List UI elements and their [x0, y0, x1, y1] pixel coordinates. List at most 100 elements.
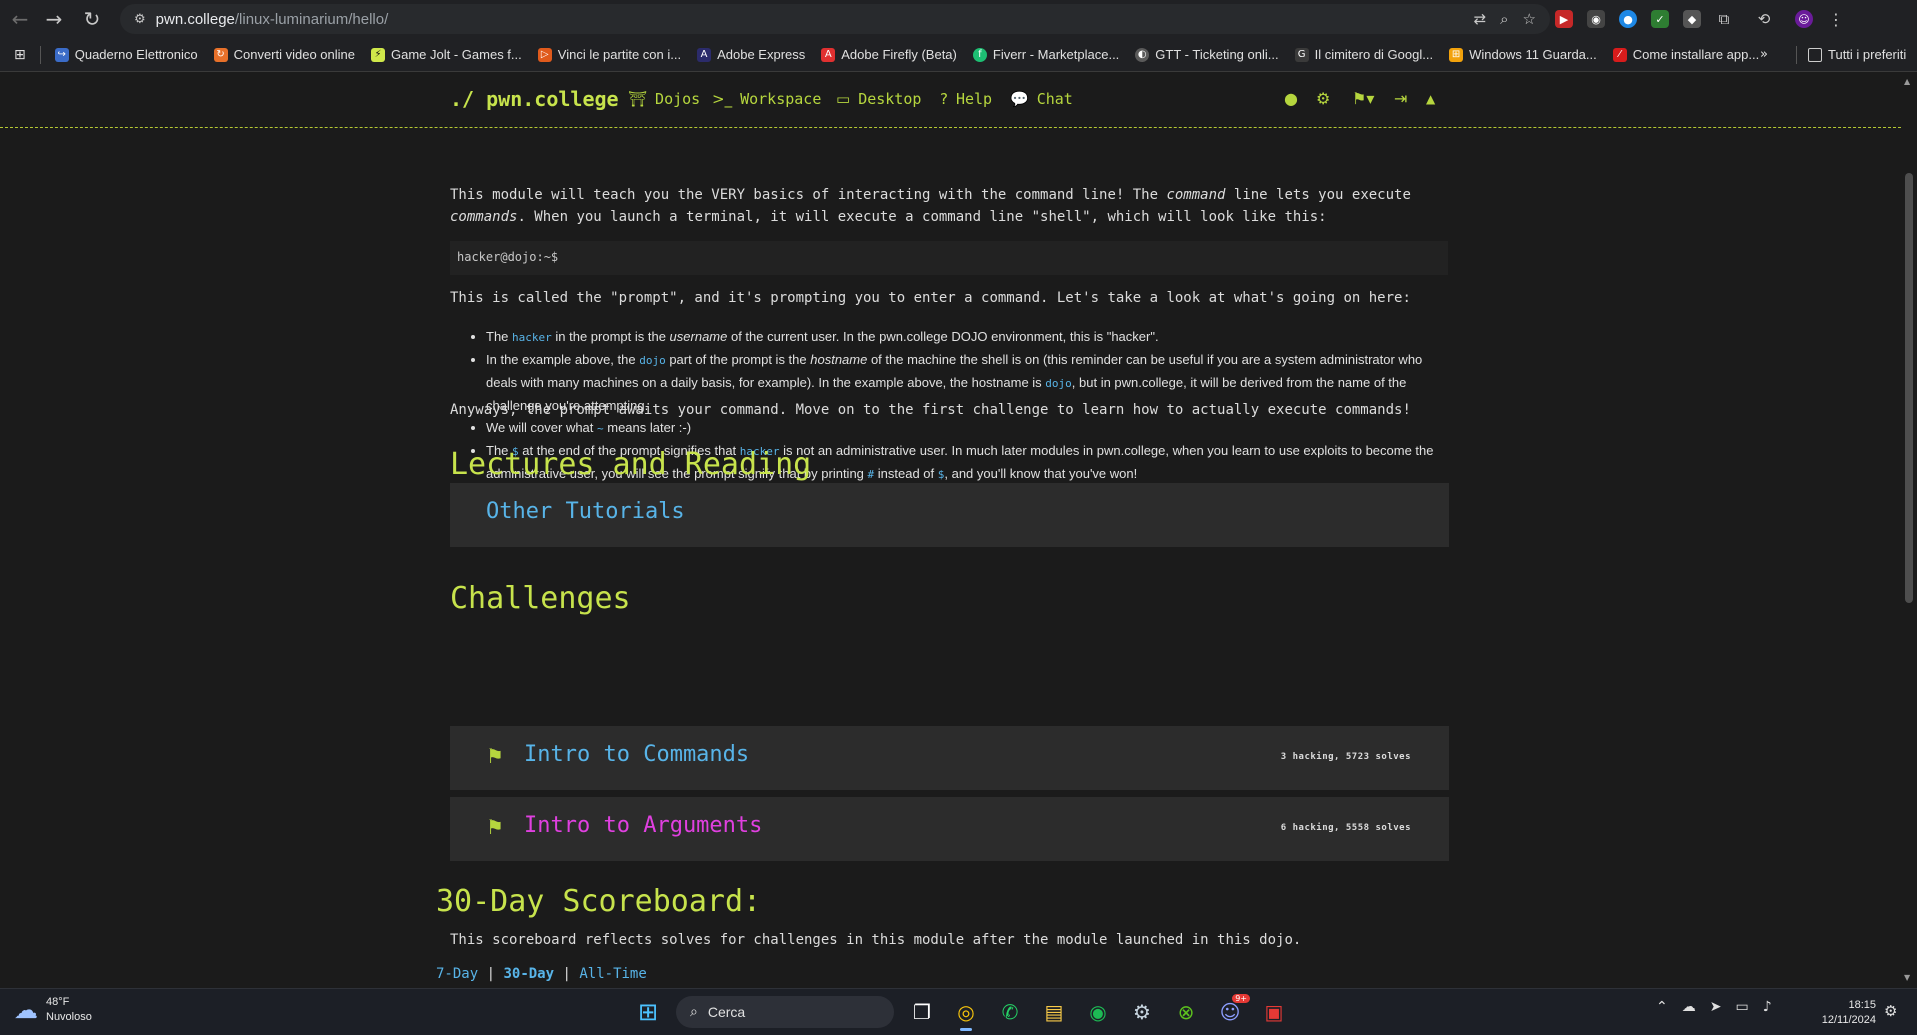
extension-edge-icon[interactable]: ●	[1619, 10, 1637, 28]
extensions-icon[interactable]: ⧉	[1715, 10, 1733, 28]
challenge-title[interactable]: Intro to Arguments	[524, 813, 762, 838]
windows-taskbar: ☁ 48°F Nuvoloso ⊞ ⌕ Cerca ❐ ◎ ✆ ▤ ◉ ⚙ ⊗ …	[0, 988, 1917, 1035]
site-settings-icon[interactable]: ⚙	[134, 12, 146, 27]
nav-chat[interactable]: 💬 Chat	[1010, 90, 1073, 108]
bookmark-favicon: ⁄	[1612, 47, 1627, 62]
bookmark-item[interactable]: A Adobe Express	[689, 47, 813, 62]
extension-glasses-icon[interactable]: ◉	[1587, 10, 1605, 28]
volume-icon[interactable]: ♪	[1763, 999, 1772, 1015]
apps-grid-icon[interactable]: ⊞	[0, 47, 34, 63]
forward-icon[interactable]: →	[38, 3, 70, 35]
zoom-icon[interactable]: ⌕	[1500, 10, 1508, 28]
xbox-icon[interactable]: ⊗	[1170, 996, 1202, 1028]
logout-icon[interactable]: ⇥	[1394, 89, 1407, 108]
chat-icon: 💬	[1010, 90, 1029, 108]
bookmark-item[interactable]: f Fiverr - Marketplace...	[965, 47, 1127, 62]
chevron-up-icon[interactable]: ⌃	[1656, 999, 1668, 1015]
scroll-down-icon[interactable]: ▼	[1904, 973, 1910, 982]
bookmark-star-icon[interactable]: ☆	[1523, 10, 1536, 28]
nav-dojos-label: Dojos	[655, 90, 701, 108]
bookmarks-divider	[1796, 45, 1797, 64]
challenge-stats: 3 hacking, 5723 solves	[1280, 752, 1411, 762]
weather-widget[interactable]: ☁ 48°F Nuvoloso	[14, 995, 92, 1025]
bookmark-label: Fiverr - Marketplace...	[992, 47, 1120, 62]
translate-icon[interactable]: ⇄	[1474, 10, 1487, 28]
flag-menu-icon[interactable]: ⚑▾	[1352, 89, 1374, 108]
bookmark-item[interactable]: A Adobe Firefly (Beta)	[813, 47, 965, 62]
nav-desktop[interactable]: ▭ Desktop	[836, 90, 921, 108]
spotify-icon[interactable]: ◉	[1082, 996, 1114, 1028]
menu-icon[interactable]: ⋮	[1827, 10, 1845, 29]
li-text: in the prompt is the	[551, 329, 670, 344]
clock-date: 12/11/2024	[1821, 1014, 1876, 1026]
location-icon[interactable]: ➤	[1710, 999, 1722, 1015]
onedrive-icon[interactable]: ☁	[1682, 999, 1696, 1015]
bookmark-item[interactable]: ↪ Quaderno Elettronico	[47, 47, 206, 62]
extension-video-icon[interactable]: ▶	[1555, 10, 1573, 28]
profile-icon[interactable]: ☺	[1795, 10, 1813, 28]
whatsapp-icon[interactable]: ✆	[994, 996, 1026, 1028]
bookmark-item[interactable]: ⚡ Game Jolt - Games f...	[363, 47, 530, 62]
address-bar[interactable]: ⚙ pwn.college/linux-luminarium/hello/ ⇄ …	[120, 4, 1550, 34]
bookmark-item[interactable]: ⁄ Come installare app...	[1605, 47, 1767, 62]
bookmark-item[interactable]: ↻ Converti video online	[206, 47, 363, 62]
notification-icon[interactable]: ⚙	[1884, 1002, 1897, 1020]
all-bookmarks-folder[interactable]: Tutti i preferiti	[1800, 47, 1914, 62]
scroll-up-icon[interactable]: ▲	[1904, 77, 1910, 86]
desktop-icon: ▭	[836, 90, 851, 108]
li-text: part of the prompt is the	[665, 352, 811, 367]
bookmark-label: Adobe Express	[717, 47, 806, 62]
clock[interactable]: 18:15 12/11/2024	[1810, 998, 1876, 1028]
tab-all-time[interactable]: All-Time	[579, 966, 646, 982]
bookmark-item[interactable]: G Il cimitero di Googl...	[1287, 47, 1442, 62]
challenge-title[interactable]: Intro to Commands	[524, 742, 749, 767]
extension-gray-icon[interactable]: ◆	[1683, 10, 1701, 28]
settings-icon[interactable]: ⚙	[1316, 89, 1330, 108]
sync-icon[interactable]: ⟲	[1755, 10, 1773, 28]
bookmark-label: Il cimitero di Googl...	[1314, 47, 1434, 62]
li-text: We will cover what	[486, 420, 598, 435]
network-icon[interactable]: ▭	[1735, 999, 1748, 1015]
nav-workspace[interactable]: >_ Workspace	[712, 90, 821, 108]
back-icon[interactable]: ←	[4, 3, 36, 35]
folder-icon	[1808, 47, 1822, 62]
tab-7-day[interactable]: 7-Day	[436, 966, 478, 982]
bookmark-favicon: G	[1294, 47, 1309, 62]
page-scrollbar[interactable]: ▲ ▼	[1901, 73, 1917, 987]
task-view-icon[interactable]: ❐	[906, 996, 938, 1028]
scoreboard-heading: 30-Day Scoreboard:	[436, 884, 762, 919]
windows-start-icon[interactable]: ⊞	[632, 996, 664, 1028]
bookmark-favicon: ⊞	[1449, 47, 1464, 62]
intro-em-commands: commands	[450, 209, 518, 225]
reload-icon[interactable]: ↻	[76, 3, 108, 35]
intro-em-command: command	[1166, 187, 1226, 203]
file-explorer-icon[interactable]: ▤	[1038, 996, 1070, 1028]
bookmark-label: Windows 11 Guarda...	[1469, 47, 1597, 62]
tab-30-day[interactable]: 30-Day	[503, 966, 554, 982]
challenge-card[interactable]: ⚑ Intro to Commands 3 hacking, 5723 solv…	[450, 726, 1449, 790]
extension-shield-icon[interactable]: ✓	[1651, 10, 1669, 28]
site-brand[interactable]: ./ pwn.college	[450, 87, 619, 111]
nav-help[interactable]: ? Help	[940, 90, 992, 108]
steam-icon[interactable]: ⚙	[1126, 996, 1158, 1028]
taskbar-search[interactable]: ⌕ Cerca	[676, 996, 894, 1028]
bookmark-item[interactable]: ▷ Vinci le partite con i...	[530, 47, 689, 62]
discord-icon[interactable]: ☺ 9+	[1214, 994, 1250, 1028]
challenge-card[interactable]: ⚑ Intro to Arguments 6 hacking, 5558 sol…	[450, 797, 1449, 861]
lectures-heading: Lectures and Reading	[450, 447, 812, 482]
collapse-icon[interactable]: ▲	[1426, 92, 1435, 106]
scrollbar-thumb[interactable]	[1905, 173, 1913, 603]
nav-dojos[interactable]: ⛩ Dojos	[628, 90, 700, 108]
more-bookmarks-icon[interactable]: »	[1752, 47, 1776, 62]
bookmark-favicon: f	[972, 47, 987, 62]
browser-toolbar: ← → ↻ ⚙ pwn.college/linux-luminarium/hel…	[0, 0, 1917, 38]
flag-icon: ⚑	[486, 744, 504, 768]
bookmark-item[interactable]: ◐ GTT - Ticketing onli...	[1127, 47, 1286, 62]
chrome-icon[interactable]: ◎	[950, 996, 982, 1031]
bookmark-favicon: ⚡	[371, 47, 385, 62]
user-icon[interactable]: ●	[1284, 89, 1298, 108]
lecture-title[interactable]: Other Tutorials	[486, 499, 685, 524]
lecture-card[interactable]: Other Tutorials	[450, 483, 1449, 547]
app-icon[interactable]: ▣	[1258, 996, 1290, 1028]
bookmark-item[interactable]: ⊞ Windows 11 Guarda...	[1441, 47, 1605, 62]
